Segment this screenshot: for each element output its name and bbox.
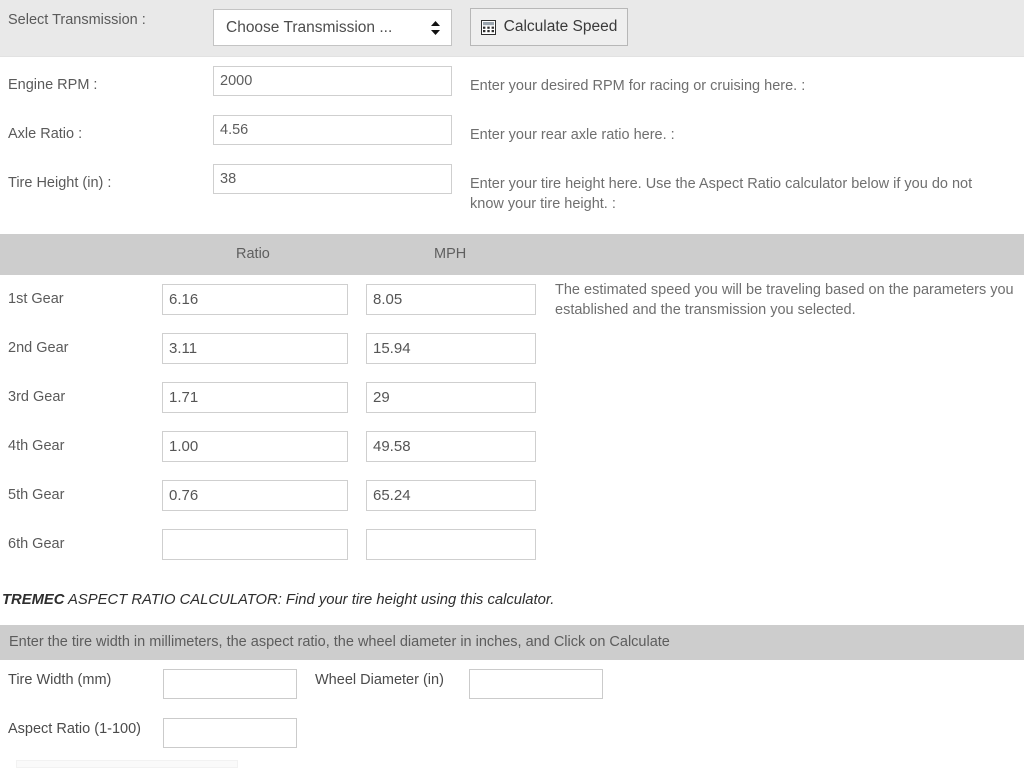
aspect-ratio-input[interactable] bbox=[163, 718, 297, 748]
engine-rpm-help: Enter your desired RPM for racing or cru… bbox=[470, 78, 806, 94]
table-row: 2nd Gear 3.11 15.94 bbox=[0, 328, 1024, 377]
calculate-speed-button-label: Calculate Speed bbox=[503, 18, 618, 35]
gear-label-2nd: 2nd Gear bbox=[8, 340, 69, 356]
gear-table-header: Ratio MPH bbox=[0, 234, 1024, 275]
estimated-speed-note: The estimated speed you will be travelin… bbox=[555, 282, 1014, 318]
aspect-calculator-instructions-bar: Enter the tire width in millimeters, the… bbox=[0, 625, 1024, 660]
gear-ratio-input-2nd[interactable]: 3.11 bbox=[162, 333, 348, 364]
aspect-calculator-instructions: Enter the tire width in millimeters, the… bbox=[9, 634, 670, 650]
gear-ratio-input-1st[interactable]: 6.16 bbox=[162, 284, 348, 315]
gear-mph-input-2nd[interactable]: 15.94 bbox=[366, 333, 536, 364]
gear-mph-input-6th[interactable] bbox=[366, 529, 536, 560]
axle-ratio-help: Enter your rear axle ratio here. : bbox=[470, 127, 675, 143]
gear-table-body: 1st Gear 6.16 8.05 2nd Gear 3.11 15.94 3… bbox=[0, 275, 1024, 584]
table-row: 4th Gear 1.00 49.58 bbox=[0, 426, 1024, 475]
wheel-diameter-input[interactable] bbox=[469, 669, 603, 699]
engine-rpm-label: Engine RPM : bbox=[8, 77, 98, 93]
tire-height-help: Enter your tire height here. Use the Asp… bbox=[470, 176, 973, 212]
transmission-select-bar: Select Transmission : Choose Transmissio… bbox=[0, 0, 1024, 57]
tire-width-label: Tire Width (mm) bbox=[8, 672, 112, 688]
gear-mph-input-4th[interactable]: 49.58 bbox=[366, 431, 536, 462]
cut-off-bottom-control[interactable] bbox=[16, 760, 238, 768]
aspect-calculator-title-brand: TREMEC bbox=[2, 592, 65, 608]
aspect-ratio-label: Aspect Ratio (1-100) bbox=[8, 721, 141, 737]
gear-mph-input-3rd[interactable]: 29 bbox=[366, 382, 536, 413]
tire-height-label: Tire Height (in) : bbox=[8, 175, 112, 191]
gear-label-4th: 4th Gear bbox=[8, 438, 65, 454]
gear-mph-input-5th[interactable]: 65.24 bbox=[366, 480, 536, 511]
gear-ratio-input-6th[interactable] bbox=[162, 529, 348, 560]
gear-ratio-input-3rd[interactable]: 1.71 bbox=[162, 382, 348, 413]
table-row: 6th Gear bbox=[0, 524, 1024, 573]
gear-label-5th: 5th Gear bbox=[8, 487, 65, 503]
aspect-calculator-title: TREMEC ASPECT RATIO CALCULATOR: Find you… bbox=[2, 592, 554, 608]
transmission-select-value: Choose Transmission ... bbox=[226, 18, 393, 36]
aspect-calculator-title-rest: ASPECT RATIO CALCULATOR: Find your tire … bbox=[64, 592, 555, 608]
table-row: 5th Gear 0.76 65.24 bbox=[0, 475, 1024, 524]
aspect-calculator-fields: Tire Width (mm) Wheel Diameter (in) Aspe… bbox=[0, 660, 1024, 768]
select-transmission-label: Select Transmission : bbox=[8, 12, 146, 28]
transmission-select[interactable]: Choose Transmission ... bbox=[213, 9, 452, 46]
gear-ratio-input-4th[interactable]: 1.00 bbox=[162, 431, 348, 462]
gear-ratio-input-5th[interactable]: 0.76 bbox=[162, 480, 348, 511]
updown-arrows-icon bbox=[429, 20, 441, 36]
tire-width-input[interactable] bbox=[163, 669, 297, 699]
axle-ratio-input[interactable]: 4.56 bbox=[213, 115, 452, 145]
table-row: 3rd Gear 1.71 29 bbox=[0, 377, 1024, 426]
calculate-speed-button[interactable]: Calculate Speed bbox=[470, 8, 628, 46]
wheel-diameter-label: Wheel Diameter (in) bbox=[315, 672, 444, 688]
column-header-mph: MPH bbox=[434, 246, 467, 262]
gear-label-1st: 1st Gear bbox=[8, 291, 64, 307]
parameters-section: Engine RPM : 2000 Enter your desired RPM… bbox=[0, 57, 1024, 234]
axle-ratio-label: Axle Ratio : bbox=[8, 126, 83, 142]
calculator-icon bbox=[480, 19, 496, 35]
gear-mph-input-1st[interactable]: 8.05 bbox=[366, 284, 536, 315]
column-header-ratio: Ratio bbox=[236, 246, 270, 262]
gear-label-6th: 6th Gear bbox=[8, 536, 65, 552]
engine-rpm-input[interactable]: 2000 bbox=[213, 66, 452, 96]
tire-height-input[interactable]: 38 bbox=[213, 164, 452, 194]
transmission-speed-calculator-page: Select Transmission : Choose Transmissio… bbox=[0, 0, 1024, 768]
gear-label-3rd: 3rd Gear bbox=[8, 389, 66, 405]
